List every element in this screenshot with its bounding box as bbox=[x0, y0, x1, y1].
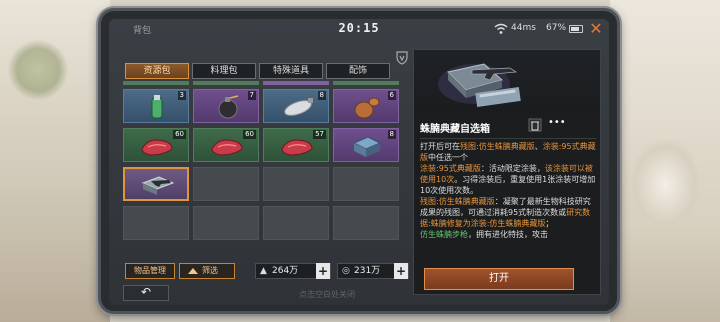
description-segment: 中任选一个 bbox=[428, 153, 468, 162]
more-options-icon[interactable]: ••• bbox=[548, 118, 566, 132]
inventory-slot-empty bbox=[333, 206, 399, 240]
close-button[interactable]: ✕ bbox=[587, 20, 605, 38]
inventory-slot-empty bbox=[333, 167, 399, 201]
coin-amount: 231万 bbox=[354, 266, 381, 276]
item-management-button[interactable]: 物品管理 bbox=[125, 263, 175, 279]
tab-resource-pack[interactable]: 资源包 bbox=[125, 63, 189, 79]
item-preview bbox=[414, 50, 600, 114]
open-button[interactable]: 打开 bbox=[424, 268, 574, 290]
tablet-device: 背包 20:15 44ms 67% ✕ 资源包 料理包 特殊道具 配饰 3 7 8 6… bbox=[98, 8, 620, 314]
inventory-slot-green-bottle[interactable]: 3 bbox=[123, 89, 189, 123]
description-segment: 仿生蛛腩步枪 bbox=[420, 230, 468, 239]
description-segment: 残图:仿生蛛腩典藏版 bbox=[460, 142, 535, 151]
bag-screen: 背包 20:15 44ms 67% ✕ 资源包 料理包 特殊道具 配饰 3 7 8 6… bbox=[109, 19, 609, 305]
tab-special-items[interactable]: 特殊道具 bbox=[259, 63, 323, 79]
inventory-slot-empty bbox=[263, 206, 329, 240]
filter-triangle-icon bbox=[188, 268, 198, 274]
currency-material: ▲ 264万 + bbox=[255, 263, 331, 279]
slot-count: 6 bbox=[387, 91, 396, 100]
grid-peek-strip bbox=[123, 81, 189, 85]
description-segment: 打开后可在 bbox=[420, 142, 460, 151]
add-material-button[interactable]: + bbox=[316, 263, 330, 279]
close-hint: 点击空白处关闭 bbox=[299, 290, 355, 299]
description-segment: 涂装:仿生蛛腩典藏版 bbox=[470, 219, 546, 228]
tab-accessories[interactable]: 配饰 bbox=[326, 63, 390, 79]
ping-readout: 44ms bbox=[511, 23, 536, 33]
item-description: 打开后可在残图:仿生蛛腩典藏版、涂装:95式典藏版中任选一个 涂装:95式典藏版：… bbox=[420, 138, 596, 262]
inventory-slot-red-pod[interactable]: 57 bbox=[263, 128, 329, 162]
description-segment: 残图:仿生蛛腩典藏版 bbox=[420, 197, 495, 206]
battery-icon bbox=[569, 25, 583, 33]
trash-icon[interactable] bbox=[528, 118, 542, 132]
filter-label: 筛选 bbox=[202, 266, 218, 275]
grid-peek-strip bbox=[193, 81, 259, 85]
inventory-slot-bottle-gourd[interactable]: 6 bbox=[333, 89, 399, 123]
inventory-slot-red-pod[interactable]: 60 bbox=[123, 128, 189, 162]
wifi-icon bbox=[494, 23, 508, 34]
shield-filter-icon[interactable] bbox=[396, 51, 408, 65]
slot-count: 60 bbox=[173, 130, 186, 139]
background-plant bbox=[8, 40, 68, 100]
slot-count: 8 bbox=[317, 91, 326, 100]
inventory-grid: 3 7 8 6 60 60 57 8 bbox=[123, 81, 399, 249]
coin-icon: ◎ bbox=[342, 266, 350, 276]
slot-count: 8 bbox=[387, 130, 396, 139]
grid-peek-strip bbox=[263, 81, 329, 85]
filter-button[interactable]: 筛选 bbox=[179, 263, 235, 279]
tab-food-pack[interactable]: 料理包 bbox=[192, 63, 256, 79]
background-lamp bbox=[630, 140, 700, 230]
inventory-slot-spray-can[interactable]: 8 bbox=[263, 89, 329, 123]
description-segment: 、 bbox=[534, 142, 543, 151]
inventory-slot-empty bbox=[193, 167, 259, 201]
slot-count: 7 bbox=[247, 91, 256, 100]
description-segment: ：活动限定涂装， bbox=[480, 164, 545, 173]
inventory-slot-empty bbox=[193, 206, 259, 240]
currency-coins: ◎ 231万 + bbox=[337, 263, 409, 279]
slot-count: 57 bbox=[313, 130, 326, 139]
back-button[interactable]: ↶ bbox=[123, 285, 169, 301]
item-detail-panel: 蛛腩典藏自选箱 ••• 打开后可在残图:仿生蛛腩典藏版、涂装:95式典藏版中任选… bbox=[413, 49, 601, 295]
slot-count: 60 bbox=[243, 130, 256, 139]
status-bar: 背包 20:15 44ms 67% ✕ bbox=[109, 19, 609, 41]
inventory-slot-selected-box[interactable] bbox=[123, 167, 189, 201]
item-name: 蛛腩典藏自选箱 bbox=[420, 124, 490, 135]
material-icon: ▲ bbox=[260, 266, 267, 276]
tab-bar: 资源包 料理包 特殊道具 配饰 bbox=[125, 63, 390, 79]
description-segment: ； bbox=[545, 219, 554, 228]
inventory-slot-empty bbox=[263, 167, 329, 201]
grid-peek-strip bbox=[333, 81, 399, 85]
inventory-slot-blueprint-crate[interactable]: 8 bbox=[333, 128, 399, 162]
description-segment: 涂装:95式典藏版 bbox=[420, 164, 481, 173]
battery-percent: 67% bbox=[546, 23, 567, 33]
add-coin-button[interactable]: + bbox=[394, 263, 408, 279]
slot-count: 3 bbox=[177, 91, 186, 100]
inventory-slot-red-pod[interactable]: 60 bbox=[193, 128, 259, 162]
weapon-box-image bbox=[438, 63, 521, 107]
description-segment: ，拥有进化特技，攻击 bbox=[468, 230, 548, 239]
inventory-slot-bomb[interactable]: 7 bbox=[193, 89, 259, 123]
inventory-slot-empty bbox=[123, 206, 189, 240]
material-amount: 264万 bbox=[272, 266, 299, 276]
